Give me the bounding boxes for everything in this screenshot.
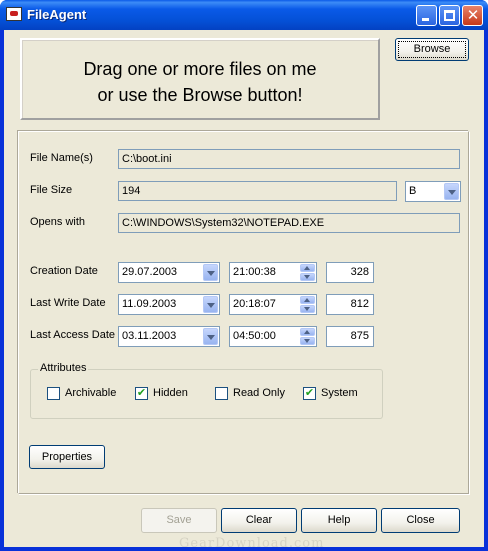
clear-button[interactable]: Clear [221, 508, 297, 533]
last-access-ms-field[interactable]: 875 [326, 326, 374, 347]
calendar-dropdown-icon[interactable] [203, 328, 218, 345]
read-only-label[interactable]: Read Only [233, 387, 285, 399]
last-access-time-value: 04:50:00 [233, 330, 276, 342]
creation-ms-field[interactable]: 328 [326, 262, 374, 283]
attributes-group: Attributes Archivable ✔ Hidden Read Only… [30, 362, 383, 419]
read-only-checkbox[interactable] [215, 387, 228, 400]
window-title: FileAgent [27, 7, 87, 22]
system-checkbox[interactable]: ✔ [303, 387, 316, 400]
hidden-label[interactable]: Hidden [153, 387, 188, 399]
drop-instructions: Drag one or more files on me or use the … [22, 56, 378, 108]
file-size-field[interactable]: 194 [118, 181, 397, 201]
file-name-field[interactable]: C:\boot.ini [118, 149, 460, 169]
last-write-date-value: 11.09.2003 [122, 298, 177, 310]
last-write-time-spinner[interactable] [300, 296, 315, 313]
last-access-date-picker[interactable]: 03.11.2003 [118, 326, 220, 347]
spin-up-icon[interactable] [300, 328, 315, 336]
last-access-time-field[interactable]: 04:50:00 [229, 326, 317, 347]
file-name-label: File Name(s) [30, 152, 93, 164]
drop-line-1: Drag one or more files on me [83, 59, 317, 79]
close-icon: ✕ [466, 7, 480, 24]
spin-down-icon[interactable] [300, 305, 315, 313]
file-info-panel: File Name(s) C:\boot.ini File Size 194 B… [18, 131, 469, 494]
watermark-text: GearDownload.com [179, 536, 325, 551]
maximize-button[interactable] [439, 5, 460, 26]
chevron-down-icon[interactable] [444, 183, 459, 200]
close-button[interactable]: Close [381, 508, 460, 533]
creation-date-value: 29.07.2003 [122, 266, 178, 278]
last-access-date-value: 03.11.2003 [122, 330, 177, 342]
title-bar[interactable]: FileAgent ✕ [0, 0, 488, 30]
creation-time-field[interactable]: 21:00:38 [229, 262, 317, 283]
last-access-time-spinner[interactable] [300, 328, 315, 345]
last-write-ms-field[interactable]: 812 [326, 294, 374, 315]
size-unit-value: B [409, 185, 417, 197]
archivable-checkbox[interactable] [47, 387, 60, 400]
app-window: FileAgent ✕ Drag one or more files on me… [0, 0, 488, 551]
opens-with-field[interactable]: C:\WINDOWS\System32\NOTEPAD.EXE [118, 213, 460, 233]
spin-up-icon[interactable] [300, 264, 315, 272]
calendar-dropdown-icon[interactable] [203, 296, 218, 313]
calendar-dropdown-icon[interactable] [203, 264, 218, 281]
creation-time-spinner[interactable] [300, 264, 315, 281]
maximize-icon [444, 10, 455, 21]
minimize-icon [422, 18, 429, 21]
system-label[interactable]: System [321, 387, 358, 399]
archivable-label[interactable]: Archivable [65, 387, 116, 399]
hidden-checkbox[interactable]: ✔ [135, 387, 148, 400]
save-button[interactable]: Save [141, 508, 217, 533]
attributes-group-title: Attributes [38, 362, 89, 374]
app-icon [6, 7, 22, 21]
opens-with-label: Opens with [30, 216, 86, 228]
last-write-time-value: 20:18:07 [233, 298, 276, 310]
spin-down-icon[interactable] [300, 337, 315, 345]
last-access-date-label: Last Access Date [30, 329, 115, 341]
file-size-label: File Size [30, 184, 73, 196]
close-window-button[interactable]: ✕ [462, 5, 483, 26]
drop-zone[interactable]: Drag one or more files on me or use the … [20, 38, 380, 120]
help-button[interactable]: Help [301, 508, 377, 533]
last-write-date-label: Last Write Date [30, 297, 106, 309]
minimize-button[interactable] [416, 5, 437, 26]
browse-button[interactable]: Browse [395, 38, 469, 61]
window-client-area: Drag one or more files on me or use the … [4, 30, 484, 551]
last-write-date-picker[interactable]: 11.09.2003 [118, 294, 220, 315]
size-unit-select[interactable]: B [405, 181, 461, 202]
last-write-time-field[interactable]: 20:18:07 [229, 294, 317, 315]
drop-line-2: or use the Browse button! [97, 85, 303, 105]
creation-time-value: 21:00:38 [233, 266, 276, 278]
creation-date-label: Creation Date [30, 265, 98, 277]
properties-button[interactable]: Properties [29, 445, 105, 469]
creation-date-picker[interactable]: 29.07.2003 [118, 262, 220, 283]
spin-down-icon[interactable] [300, 273, 315, 281]
spin-up-icon[interactable] [300, 296, 315, 304]
